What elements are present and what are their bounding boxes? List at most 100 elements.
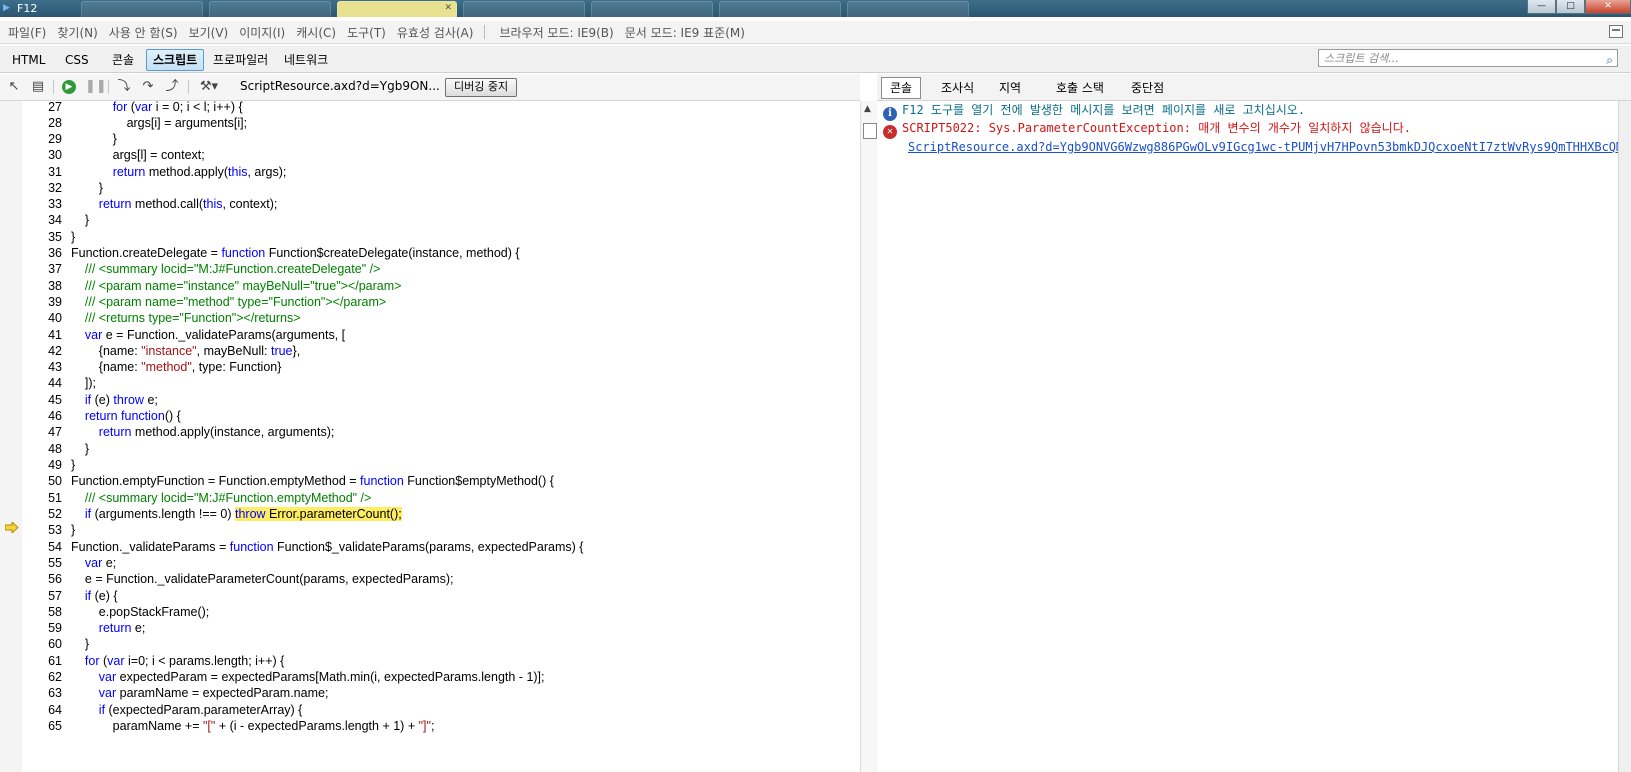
- code-line: 59 return e;: [48, 621, 146, 635]
- code-line: 53}: [48, 523, 76, 537]
- title-bar: ▶ F12 ✕ — □ ✕: [0, 0, 1631, 17]
- code-line: 51 /// <summary locid="M:J#Function.empt…: [48, 491, 372, 505]
- console-output[interactable]: i F12 도구를 열기 전에 발생한 메시지를 보려면 페이지를 새로 고치십시…: [877, 101, 1631, 772]
- background-tab[interactable]: [81, 1, 203, 17]
- menu-cache[interactable]: 캐시(C): [296, 24, 336, 41]
- code-line: 43 {name: "method", type: Function}: [48, 360, 282, 374]
- background-tab[interactable]: [463, 1, 585, 17]
- code-line: 32 }: [48, 181, 103, 195]
- step-out-icon[interactable]: ⤴: [164, 79, 180, 95]
- code-line: 38 /// <param name="instance" mayBeNull=…: [48, 279, 402, 293]
- continue-icon[interactable]: ▶: [62, 80, 76, 94]
- editor-scrollbar[interactable]: ▲: [860, 101, 878, 772]
- background-tab-active[interactable]: ✕: [337, 1, 457, 17]
- code-line: 36 Function.createDelegate = function Fun…: [48, 246, 520, 260]
- menu-view[interactable]: 보기(V): [189, 24, 229, 41]
- tab-breakpoints[interactable]: 중단점: [1131, 79, 1164, 96]
- step-into-icon[interactable]: ⤵: [116, 79, 132, 95]
- code-line: 64 if (expectedParam.parameterArray) {: [48, 703, 303, 717]
- menu-bar: 파일(F) 찾기(N) 사용 안 함(S) 보기(V) 이미지(I) 캐시(C)…: [0, 21, 1631, 44]
- code-line: 65 paramName += "[" + (i - expectedParam…: [48, 719, 435, 733]
- code-line: 45 if (e) throw e;: [48, 393, 158, 407]
- undock-icon[interactable]: [1609, 25, 1623, 38]
- code-line: 46 return function() {: [48, 409, 181, 423]
- menu-images[interactable]: 이미지(I): [239, 24, 285, 41]
- stop-debugging-button[interactable]: 디버깅 중지: [445, 78, 518, 97]
- menu-document-mode[interactable]: 문서 모드: IE9 표준(M): [625, 24, 745, 41]
- code-line: 37 /// <summary locid="M:J#Function.crea…: [48, 262, 381, 276]
- script-file-select[interactable]: ScriptResource.axd?d=Ygb9ON...▼: [240, 79, 452, 93]
- close-button[interactable]: ✕: [1585, 0, 1631, 14]
- code-line: 58 e.popStackFrame();: [48, 605, 210, 619]
- code-line: 47 return method.apply(instance, argumen…: [48, 425, 335, 439]
- tab-call-stack[interactable]: 호출 스택: [1056, 79, 1104, 96]
- tab-watch[interactable]: 조사식: [941, 79, 974, 96]
- search-icon[interactable]: ⌕: [1606, 51, 1613, 69]
- code-line: 49}: [48, 458, 76, 472]
- toolbar-separator: [108, 80, 109, 94]
- tab-script[interactable]: 스크립트: [146, 49, 205, 71]
- code-line: 42 {name: "instance", mayBeNull: true},: [48, 344, 301, 358]
- background-tab[interactable]: [209, 1, 331, 17]
- app-icon: ▶: [3, 3, 10, 13]
- tab-console-pane[interactable]: 콘솔: [881, 77, 922, 99]
- clear-icon[interactable]: ▤: [30, 79, 46, 95]
- maximize-button[interactable]: □: [1556, 0, 1585, 14]
- menu-browser-mode[interactable]: 브라우저 모드: IE9(B): [499, 24, 613, 41]
- script-editor[interactable]: 27 for (var i = 0; i < l; i++) { 28 args…: [22, 101, 860, 772]
- code-line: 56 e = Function._validateParameterCount(…: [48, 572, 454, 586]
- close-icon[interactable]: ✕: [444, 3, 452, 13]
- console-tabs: 콘솔 조사식 지역 호출 스택 중단점: [877, 74, 1631, 101]
- window-controls: — □ ✕: [1527, 0, 1631, 14]
- scrollbar-thumb[interactable]: [863, 123, 877, 139]
- pause-icon[interactable]: ❚❚: [85, 79, 107, 95]
- script-file-name: ScriptResource.axd?d=Ygb9ON...: [240, 79, 440, 93]
- code-line: 29 }: [48, 132, 117, 146]
- code-line: 40 /// <returns type="Function"></return…: [48, 311, 301, 325]
- code-line: 28 args[i] = arguments[i];: [48, 116, 248, 130]
- step-over-icon[interactable]: ↷: [140, 79, 156, 95]
- error-icon: ✕: [883, 125, 897, 139]
- console-scrollbar[interactable]: [1618, 101, 1631, 772]
- code-line: 41 var e = Function._validateParams(argu…: [48, 328, 346, 342]
- window-title: F12: [17, 2, 38, 15]
- tab-css[interactable]: CSS: [59, 50, 95, 70]
- code-line: 27 for (var i = 0; i < l; i++) {: [48, 101, 243, 114]
- error-source-link[interactable]: ScriptResource.axd?d=Ygb9ONVG6Wzwg886PGw…: [908, 140, 1631, 154]
- code-line: 63 var paramName = expectedParam.name;: [48, 686, 329, 700]
- code-line: 50 Function.emptyFunction = Function.empt…: [48, 474, 554, 488]
- code-line: 48 }: [48, 442, 90, 456]
- background-tab[interactable]: [847, 1, 969, 17]
- tab-console[interactable]: 콘솔: [106, 50, 140, 70]
- code-line: 54 Function._validateParams = function Fu…: [48, 540, 584, 554]
- tab-locals[interactable]: 지역: [999, 79, 1021, 96]
- menu-disable[interactable]: 사용 안 함(S): [109, 24, 178, 41]
- code-line: 31 return method.apply(this, args);: [48, 165, 287, 179]
- menu-tools[interactable]: 도구(T): [347, 24, 386, 41]
- menu-find[interactable]: 찾기(N): [57, 24, 97, 41]
- console-error-message: ✕ SCRIPT5022: Sys.ParameterCountException…: [883, 119, 1411, 139]
- tab-html[interactable]: HTML: [6, 50, 51, 70]
- code-line: 33 return method.call(this, context);: [48, 197, 278, 211]
- code-line: 60 }: [48, 637, 90, 651]
- menu-validate[interactable]: 유효성 검사(A): [397, 24, 474, 41]
- background-tabs: ✕: [81, 0, 975, 17]
- tab-network[interactable]: 네트워크: [278, 50, 334, 70]
- select-element-icon[interactable]: ↖: [6, 79, 22, 95]
- tools-dropdown-icon[interactable]: ⚒▾: [196, 79, 222, 95]
- console-error-source: ScriptResource.axd?d=Ygb9ONVG6Wzwg886PGw…: [883, 138, 1631, 156]
- code-line: 35}: [48, 230, 76, 244]
- script-search-input[interactable]: 스크립트 검색... ⌕: [1318, 49, 1618, 67]
- background-tab[interactable]: [591, 1, 713, 17]
- menu-file[interactable]: 파일(F): [8, 24, 46, 41]
- code-line: 61 for (var i=0; i < params.length; i++)…: [48, 654, 285, 668]
- code-line: 62 var expectedParam = expectedParams[Ma…: [48, 670, 545, 684]
- breakpoint-gutter[interactable]: [0, 101, 23, 772]
- console-info-message: i F12 도구를 열기 전에 발생한 메시지를 보려면 페이지를 새로 고치십시…: [883, 101, 1305, 121]
- background-tab[interactable]: [719, 1, 841, 17]
- scroll-up-icon[interactable]: ▲: [864, 104, 871, 114]
- tab-profiler[interactable]: 프로파일러: [207, 50, 274, 70]
- current-statement-highlight: throw Error.parameterCount();: [235, 507, 402, 521]
- minimize-button[interactable]: —: [1527, 0, 1556, 14]
- code-line: 30 args[l] = context;: [48, 148, 205, 162]
